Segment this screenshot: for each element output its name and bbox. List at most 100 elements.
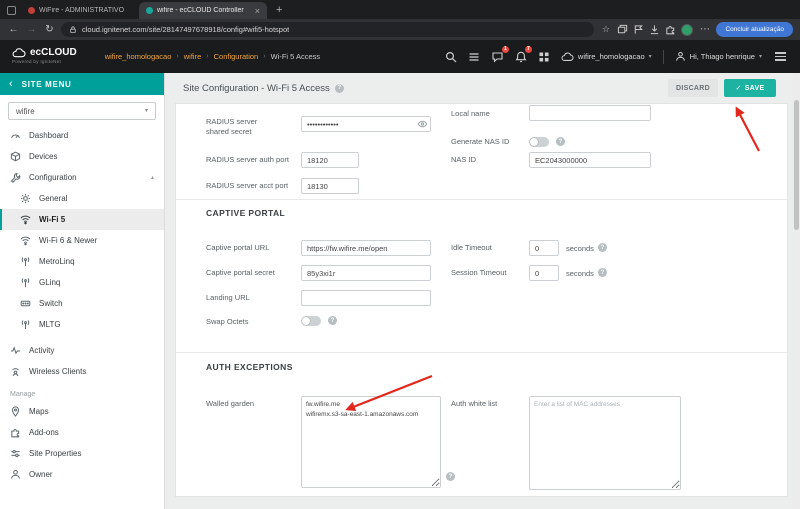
breadcrumb-site[interactable]: wifire [184,52,202,61]
config-form-card: RADIUS server shared secret RADIUS serve… [175,103,788,497]
captive-url-input[interactable] [301,240,431,256]
new-tab-icon[interactable]: + [276,4,282,16]
generate-nas-id-toggle[interactable] [529,137,549,147]
back-chevron-icon[interactable]: ‹ [9,78,13,90]
browser-update-button[interactable]: Concluir atualização [716,22,793,37]
sidebar-item-wifi5[interactable]: Wi-Fi 5 [0,209,164,230]
forward-icon[interactable]: → [25,24,38,35]
site-select[interactable]: wifire ▾ [8,102,156,120]
sidebar-item-label: Add-ons [29,428,59,437]
breadcrumb-section[interactable]: Configuration [214,52,259,61]
browser-tab-eccloud[interactable]: wifire - ecCLOUD Controller × [139,2,267,19]
save-button[interactable]: ✓ SAVE [724,79,776,97]
sidebar-item-dashboard[interactable]: Dashboard [0,125,164,146]
account-switcher[interactable]: wifire_homologacao ▾ [561,52,652,62]
help-icon[interactable]: ? [556,137,565,146]
search-icon[interactable] [445,51,457,63]
sidebar-item-owner[interactable]: Owner [0,464,164,485]
sidebar-item-label: Wi-Fi 5 [39,215,66,224]
captive-secret-input[interactable] [301,265,431,281]
sidebar-item-wifi6[interactable]: Wi-Fi 6 & Newer [0,230,164,251]
close-tab-icon[interactable]: × [255,6,260,16]
help-icon[interactable]: ? [598,268,607,277]
map-pin-icon [11,406,20,417]
page-help-icon[interactable]: ? [334,83,344,93]
auth-white-list-textarea[interactable] [529,396,681,490]
help-icon[interactable]: ? [598,243,607,252]
landing-url-input[interactable] [301,290,431,306]
sidebar-item-metrolinq[interactable]: MetroLinq [0,251,164,272]
sidebar-item-maps[interactable]: Maps [0,401,164,422]
sidebar-item-addons[interactable]: Add-ons [0,422,164,443]
sidebar-item-label: Wi-Fi 6 & Newer [39,236,98,245]
sidebar-item-activity[interactable]: Activity [0,340,164,361]
breadcrumb-separator: › [176,53,179,60]
collections-icon[interactable] [617,24,628,35]
user-menu[interactable]: Hi, Thiago henrique ▾ [675,51,762,62]
sidebar-item-configuration[interactable]: Configuration ▴ [0,167,164,188]
walled-garden-textarea[interactable]: fw.wifire.me wifiremx.s3-sa-east-1.amazo… [301,396,441,488]
nas-id-input[interactable] [529,152,651,168]
downloads-icon[interactable] [649,24,660,35]
browser-tab-wifire-admin[interactable]: WiFire - ADMINISTRATIVO [21,2,139,19]
chevron-down-icon: ▾ [648,53,652,60]
main-content: Site Configuration - Wi-Fi 5 Access ? DI… [165,73,793,509]
sidebar-item-label: MLTG [39,320,61,329]
sidebar-item-general[interactable]: General [0,188,164,209]
sidebar-item-switch[interactable]: Switch [0,293,164,314]
sidebar-item-glinq[interactable]: GLinq [0,272,164,293]
browser-profile-avatar[interactable] [681,23,694,36]
bookmark-star-icon[interactable]: ☆ [599,25,612,34]
apps-grid-icon[interactable] [538,51,550,63]
idle-timeout-input[interactable] [529,240,559,256]
sliders-icon [11,449,20,458]
reload-icon[interactable]: ↻ [43,24,56,35]
discard-button[interactable]: DISCARD [668,79,718,97]
browser-toolbar: ← → ↻ cloud.ignitenet.com/site/281474976… [0,19,800,40]
hamburger-menu-icon[interactable] [773,50,788,63]
swap-octets-toggle[interactable] [301,316,321,326]
bell-icon[interactable]: 7 [515,45,532,63]
page-scrollbar-track[interactable] [793,73,800,509]
address-bar[interactable]: cloud.ignitenet.com/site/28147497678918/… [61,22,595,37]
back-icon[interactable]: ← [7,24,20,35]
sidebar-item-devices[interactable]: Devices [0,146,164,167]
tab-favicon [28,7,35,14]
help-icon[interactable]: ? [328,316,337,325]
local-name-input[interactable] [529,105,651,121]
breadcrumb-site-group[interactable]: wifire_homologacao [105,52,172,61]
pennant-flag-icon[interactable] [633,24,644,35]
list-icon[interactable] [468,51,480,63]
header-divider [662,49,664,64]
session-timeout-input[interactable] [529,265,559,281]
auth-port-input[interactable] [301,152,359,168]
sidebar-item-site-properties[interactable]: Site Properties [0,443,164,464]
sidebar-item-label: General [39,194,68,203]
screen: WiFire - ADMINISTRATIVO wifire - ecCLOUD… [0,0,800,509]
sidebar-item-label: Wireless Clients [29,367,87,376]
page-scrollbar-thumb[interactable] [794,100,799,230]
section-divider [176,352,787,353]
check-icon: ✓ [735,85,742,92]
eye-icon[interactable] [417,119,428,129]
manage-section-label: Manage [10,391,36,398]
tab-title: wifire - ecCLOUD Controller [157,7,244,14]
site-menu-header: ‹ SITE MENU [0,73,164,95]
sidebar-item-label: MetroLinq [39,257,75,266]
chevron-up-icon: ▴ [150,175,154,181]
help-icon[interactable]: ? [446,472,455,481]
sidebar-item-wireless-clients[interactable]: Wireless Clients [0,361,164,382]
switch-icon [20,300,31,307]
extensions-puzzle-icon[interactable] [665,24,676,35]
acct-port-input[interactable] [301,178,359,194]
shared-secret-input[interactable] [301,116,431,132]
breadcrumb-separator: › [263,53,266,60]
browser-menu-icon[interactable]: ⋯ [698,24,711,35]
chat-icon[interactable]: 1 [491,45,509,63]
workspace-icon[interactable] [7,6,16,15]
walled-garden-label: Walled garden [206,399,255,408]
captive-secret-label: Captive portal secret [206,268,275,277]
sidebar-item-label: Switch [39,299,63,308]
save-button-label: SAVE [744,84,765,92]
sidebar-item-mltg[interactable]: MLTG [0,314,164,335]
